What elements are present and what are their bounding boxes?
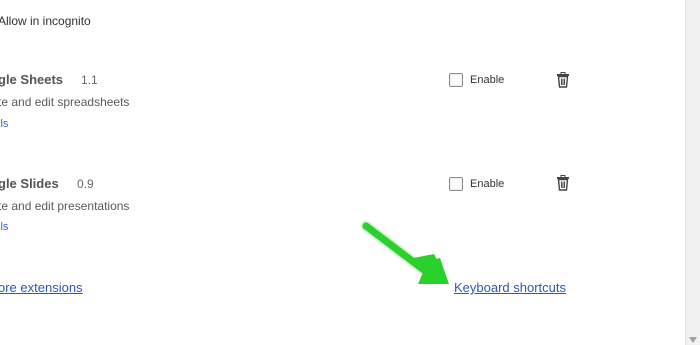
enable-checkbox[interactable] xyxy=(449,73,463,87)
trash-icon[interactable] xyxy=(556,175,570,191)
enable-toggle[interactable]: Enable xyxy=(449,73,504,87)
allow-incognito-label[interactable]: Allow in incognito xyxy=(0,14,91,28)
details-link[interactable]: ils xyxy=(0,118,8,130)
keyboard-shortcuts-link[interactable]: Keyboard shortcuts xyxy=(454,280,566,295)
enable-toggle[interactable]: Enable xyxy=(449,177,504,191)
trash-icon[interactable] xyxy=(556,72,570,88)
scroll-down-arrow-icon[interactable] xyxy=(689,337,697,343)
extension-name: gle Sheets xyxy=(0,72,64,87)
enable-label: Enable xyxy=(470,178,505,190)
enable-label: Enable xyxy=(470,74,505,86)
details-link[interactable]: ils xyxy=(0,221,8,233)
extension-version: 0.9 xyxy=(77,177,94,191)
extension-version: 1.1 xyxy=(81,73,98,87)
green-arrow-icon xyxy=(361,221,449,284)
enable-checkbox[interactable] xyxy=(449,177,463,191)
get-more-extensions-link[interactable]: ore extensions xyxy=(0,280,83,295)
extension-description: te and edit spreadsheets xyxy=(0,95,130,109)
extension-description: te and edit presentations xyxy=(0,199,130,213)
extension-name: gle Slides xyxy=(0,176,59,191)
extensions-page: Allow in incognito gle Sheets 1.1 te and… xyxy=(0,0,700,345)
vertical-scrollbar[interactable] xyxy=(685,0,700,345)
